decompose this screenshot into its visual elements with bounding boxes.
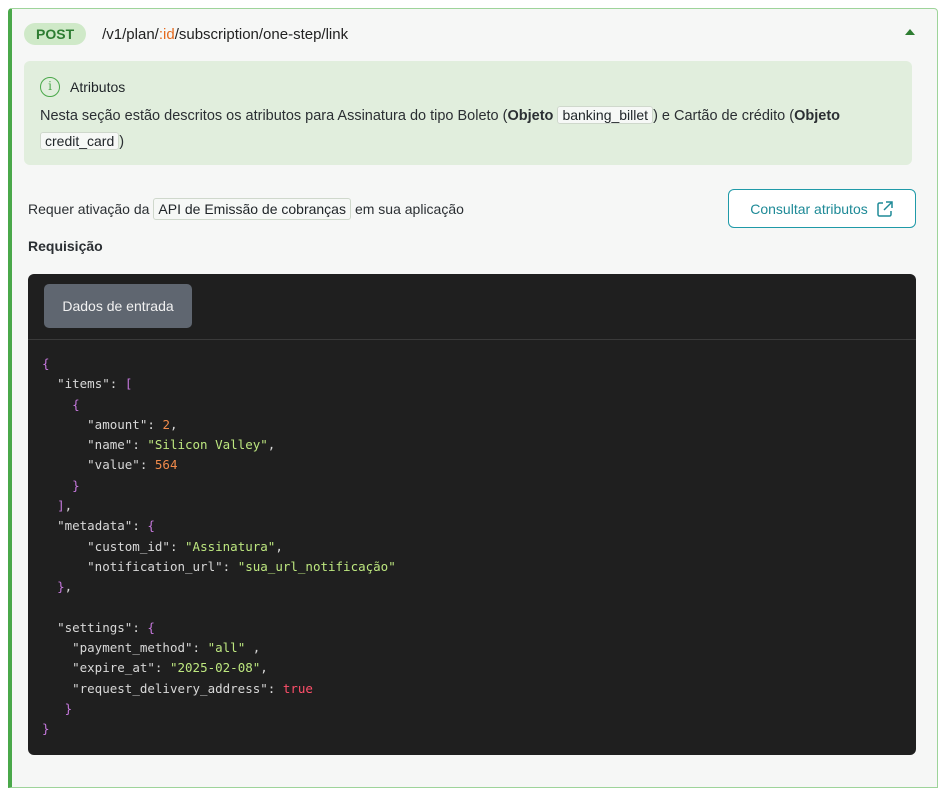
info-text-2: ) e Cartão de crédito ( <box>653 108 795 124</box>
requirement-prefix: Requer ativação da <box>28 201 150 217</box>
endpoint-panel: POST /v1/plan/:id/subscription/one-step/… <box>8 8 938 788</box>
chevron-up-icon[interactable] <box>905 29 915 35</box>
code-block: { "items": [ { "amount": 2, "name": "Sil… <box>42 356 396 737</box>
requirement-suffix: em sua aplicação <box>354 201 464 217</box>
requirement-text: Requer ativação da API de Emissão de cob… <box>28 198 464 220</box>
code-tabs: Dados de entrada <box>28 274 916 340</box>
info-text-3: ) <box>119 134 125 150</box>
info-text-1: Nesta seção estão descritos os atributos… <box>40 108 508 124</box>
tab-dados-de-entrada[interactable]: Dados de entrada <box>44 284 192 328</box>
chip-banking-billet: banking_billet <box>557 106 654 124</box>
endpoint-path: /v1/plan/:id/subscription/one-step/link <box>102 26 348 43</box>
endpoint-header[interactable]: POST /v1/plan/:id/subscription/one-step/… <box>24 21 925 47</box>
endpoint-path-param: :id <box>158 25 175 43</box>
method-badge: POST <box>24 23 87 45</box>
api-chip: API de Emissão de cobranças <box>153 198 351 220</box>
endpoint-path-suffix: /subscription/one-step/link <box>174 25 349 43</box>
request-label: Requisição <box>28 238 103 254</box>
info-title-row: i Atributos <box>40 77 896 97</box>
info-title: Atributos <box>70 79 126 95</box>
consult-attributes-button[interactable]: Consultar atributos <box>728 189 916 228</box>
info-icon: i <box>40 77 60 97</box>
external-link-icon <box>877 200 893 217</box>
attributes-info-box: i Atributos Nesta seção estão descritos … <box>24 61 912 165</box>
consult-attributes-label: Consultar atributos <box>750 200 868 217</box>
code-panel: Dados de entrada { "items": [ { "amount"… <box>28 274 916 755</box>
endpoint-path-prefix: /v1/plan/ <box>102 25 159 43</box>
info-bold-1: Objeto <box>507 108 554 124</box>
info-bold-2: Objeto <box>794 108 841 124</box>
info-description: Nesta seção estão descritos os atributos… <box>40 103 896 155</box>
chip-credit-card: credit_card <box>40 132 120 150</box>
